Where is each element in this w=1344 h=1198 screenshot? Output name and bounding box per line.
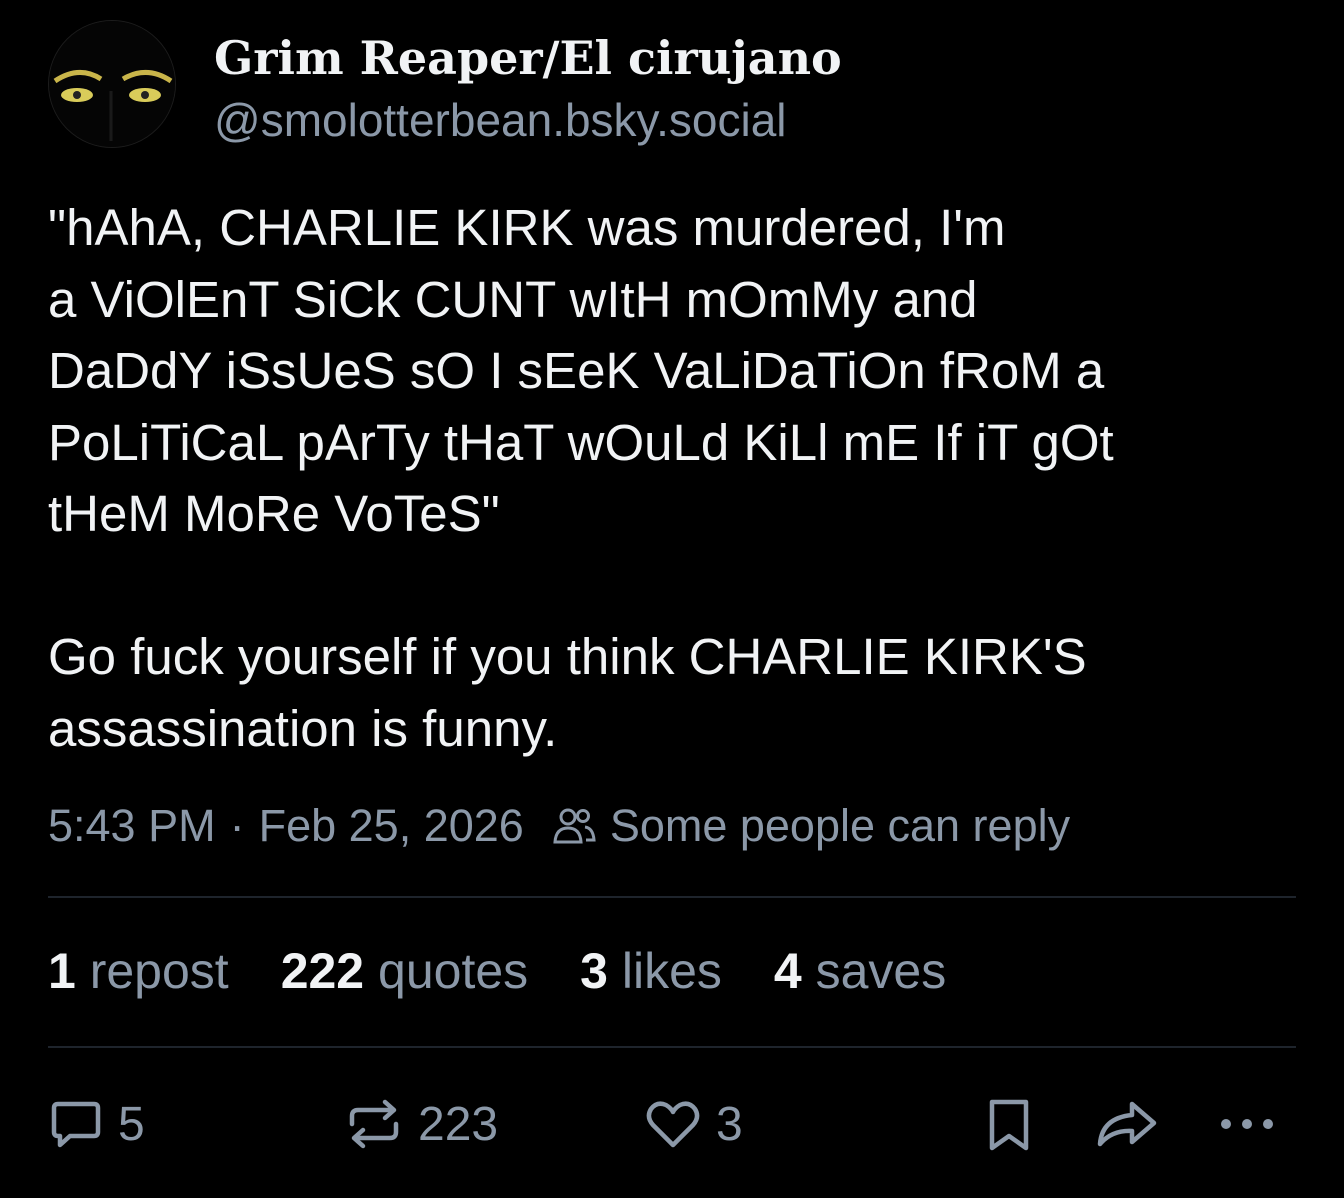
quotes-stat[interactable]: 222 quotes — [281, 942, 528, 1000]
divider — [48, 1046, 1296, 1048]
people-icon — [553, 808, 596, 844]
bookmark-button[interactable] — [982, 1096, 1036, 1154]
reply-count: 5 — [118, 1097, 145, 1151]
avatar[interactable] — [48, 20, 176, 148]
post-stats: 1 repost 222 quotes 3 likes 4 saves — [48, 942, 998, 1000]
saves-label: saves — [815, 943, 947, 999]
quotes-count: 222 — [280, 943, 365, 999]
like-count: 3 — [716, 1097, 743, 1151]
likes-label: likes — [621, 943, 722, 999]
display-name[interactable]: Grim Reaper/El cirujano — [214, 28, 842, 88]
post-date: Feb 25, 2026 — [258, 800, 524, 851]
post-header: Grim Reaper/El cirujano @smolotterbean.b… — [48, 20, 842, 152]
reposts-count: 1 — [48, 943, 76, 999]
repost-button[interactable]: 223 — [344, 1096, 498, 1152]
reply-icon — [51, 1101, 101, 1148]
heart-icon — [646, 1101, 700, 1148]
likes-stat[interactable]: 3 likes — [580, 942, 722, 1000]
repost-icon — [349, 1099, 399, 1149]
reposts-stat[interactable]: 1 repost — [48, 942, 229, 1000]
share-icon — [1097, 1101, 1157, 1147]
post-meta: 5:43 PM · Feb 25, 2026 Some people can r… — [48, 800, 1070, 852]
action-bar: 5 223 3 — [0, 1090, 1344, 1170]
repost-count: 223 — [418, 1097, 499, 1151]
post-time: 5:43 PM — [48, 800, 216, 851]
more-button[interactable] — [1216, 1096, 1278, 1152]
user-handle[interactable]: @smolotterbean.bsky.social — [214, 88, 842, 152]
bookmark-icon — [989, 1099, 1029, 1151]
like-button[interactable]: 3 — [644, 1096, 743, 1152]
likes-count: 3 — [580, 943, 608, 999]
post-text: "hAhA, CHARLIE KIRK was murdered, I'm a … — [48, 199, 1114, 757]
quotes-label: quotes — [378, 943, 529, 999]
divider — [48, 896, 1296, 898]
reply-button[interactable]: 5 — [48, 1096, 145, 1152]
meta-separator: · — [229, 800, 245, 851]
saves-stat[interactable]: 4 saves — [774, 942, 946, 1000]
reply-setting[interactable]: Some people can reply — [610, 800, 1070, 852]
avatar-eyes-image — [49, 21, 175, 147]
reposts-label: repost — [89, 943, 229, 999]
saves-count: 4 — [773, 943, 802, 999]
share-button[interactable] — [1094, 1096, 1160, 1152]
more-icon — [1221, 1119, 1273, 1129]
